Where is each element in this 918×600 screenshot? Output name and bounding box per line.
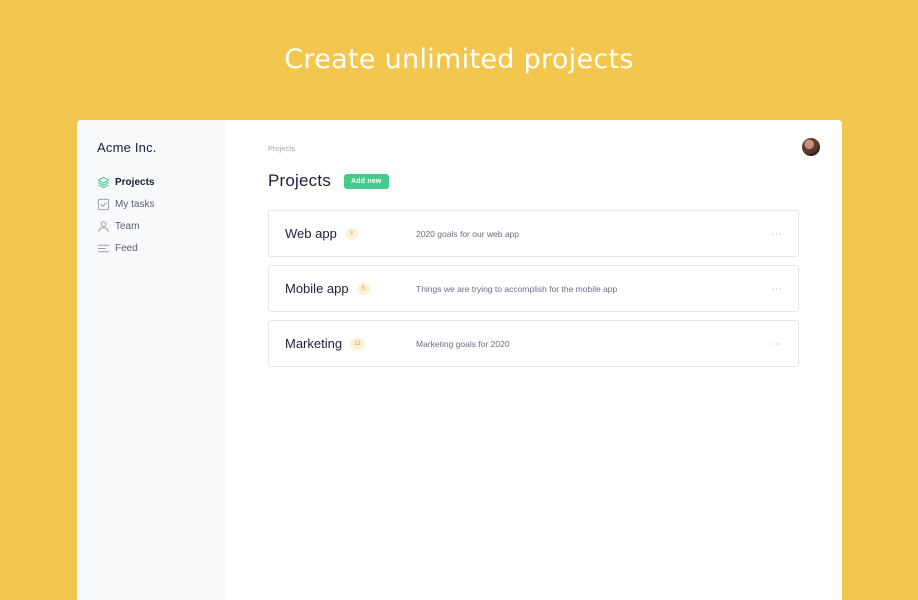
project-list: Web app 3 2020 goals for our web app ···… (268, 210, 799, 367)
project-description: Things we are trying to accomplish for t… (416, 283, 618, 294)
count-badge: 5 (356, 282, 370, 295)
project-card-mobile-app[interactable]: Mobile app 5 Things we are trying to acc… (268, 265, 799, 312)
checkbox-icon (97, 198, 110, 211)
sidebar-item-label: Feed (115, 242, 138, 254)
layers-icon (97, 176, 110, 189)
user-icon (97, 220, 110, 233)
feed-lines-icon (97, 242, 110, 255)
breadcrumb[interactable]: Projects (268, 144, 800, 153)
main-content: Projects Projects Add new Web app 3 2020… (226, 120, 842, 600)
more-options-icon[interactable]: ··· (772, 229, 783, 238)
title-row: Projects Add new (268, 171, 800, 191)
sidebar-item-label: My tasks (115, 198, 155, 210)
project-description: 2020 goals for our web app (416, 228, 520, 239)
project-name: Mobile app (285, 281, 349, 296)
project-name: Web app (285, 226, 337, 241)
sidebar-item-feed[interactable]: Feed (97, 237, 226, 259)
project-description: Marketing goals for 2020 (416, 338, 510, 349)
more-options-icon[interactable]: ··· (772, 284, 783, 293)
page-title: Projects (268, 171, 332, 190)
project-card-marketing[interactable]: Marketing 12 Marketing goals for 2020 ··… (268, 320, 799, 367)
sidebar-item-my-tasks[interactable]: My tasks (97, 193, 226, 215)
count-badge: 3 (344, 227, 358, 240)
project-card-web-app[interactable]: Web app 3 2020 goals for our web app ··· (268, 210, 799, 257)
sidebar-item-team[interactable]: Team (97, 215, 226, 237)
project-name: Marketing (285, 336, 343, 351)
app-window: Acme Inc. Projects My tasks Team Feed Pr… (77, 120, 842, 600)
avatar[interactable] (802, 138, 820, 156)
sidebar-item-projects[interactable]: Projects (97, 171, 226, 193)
company-name: Acme Inc. (97, 140, 157, 155)
project-name-wrap: Marketing 12 (285, 336, 416, 351)
sidebar-item-label: Team (115, 220, 140, 232)
count-badge: 12 (350, 337, 365, 350)
project-name-wrap: Web app 3 (285, 226, 416, 241)
more-options-icon[interactable]: ··· (772, 339, 783, 348)
add-new-button[interactable]: Add new (344, 173, 389, 189)
project-name-wrap: Mobile app 5 (285, 281, 416, 296)
hero-title: Create unlimited projects (284, 44, 634, 75)
sidebar-item-label: Projects (115, 176, 155, 188)
sidebar: Acme Inc. Projects My tasks Team Feed (77, 120, 226, 600)
